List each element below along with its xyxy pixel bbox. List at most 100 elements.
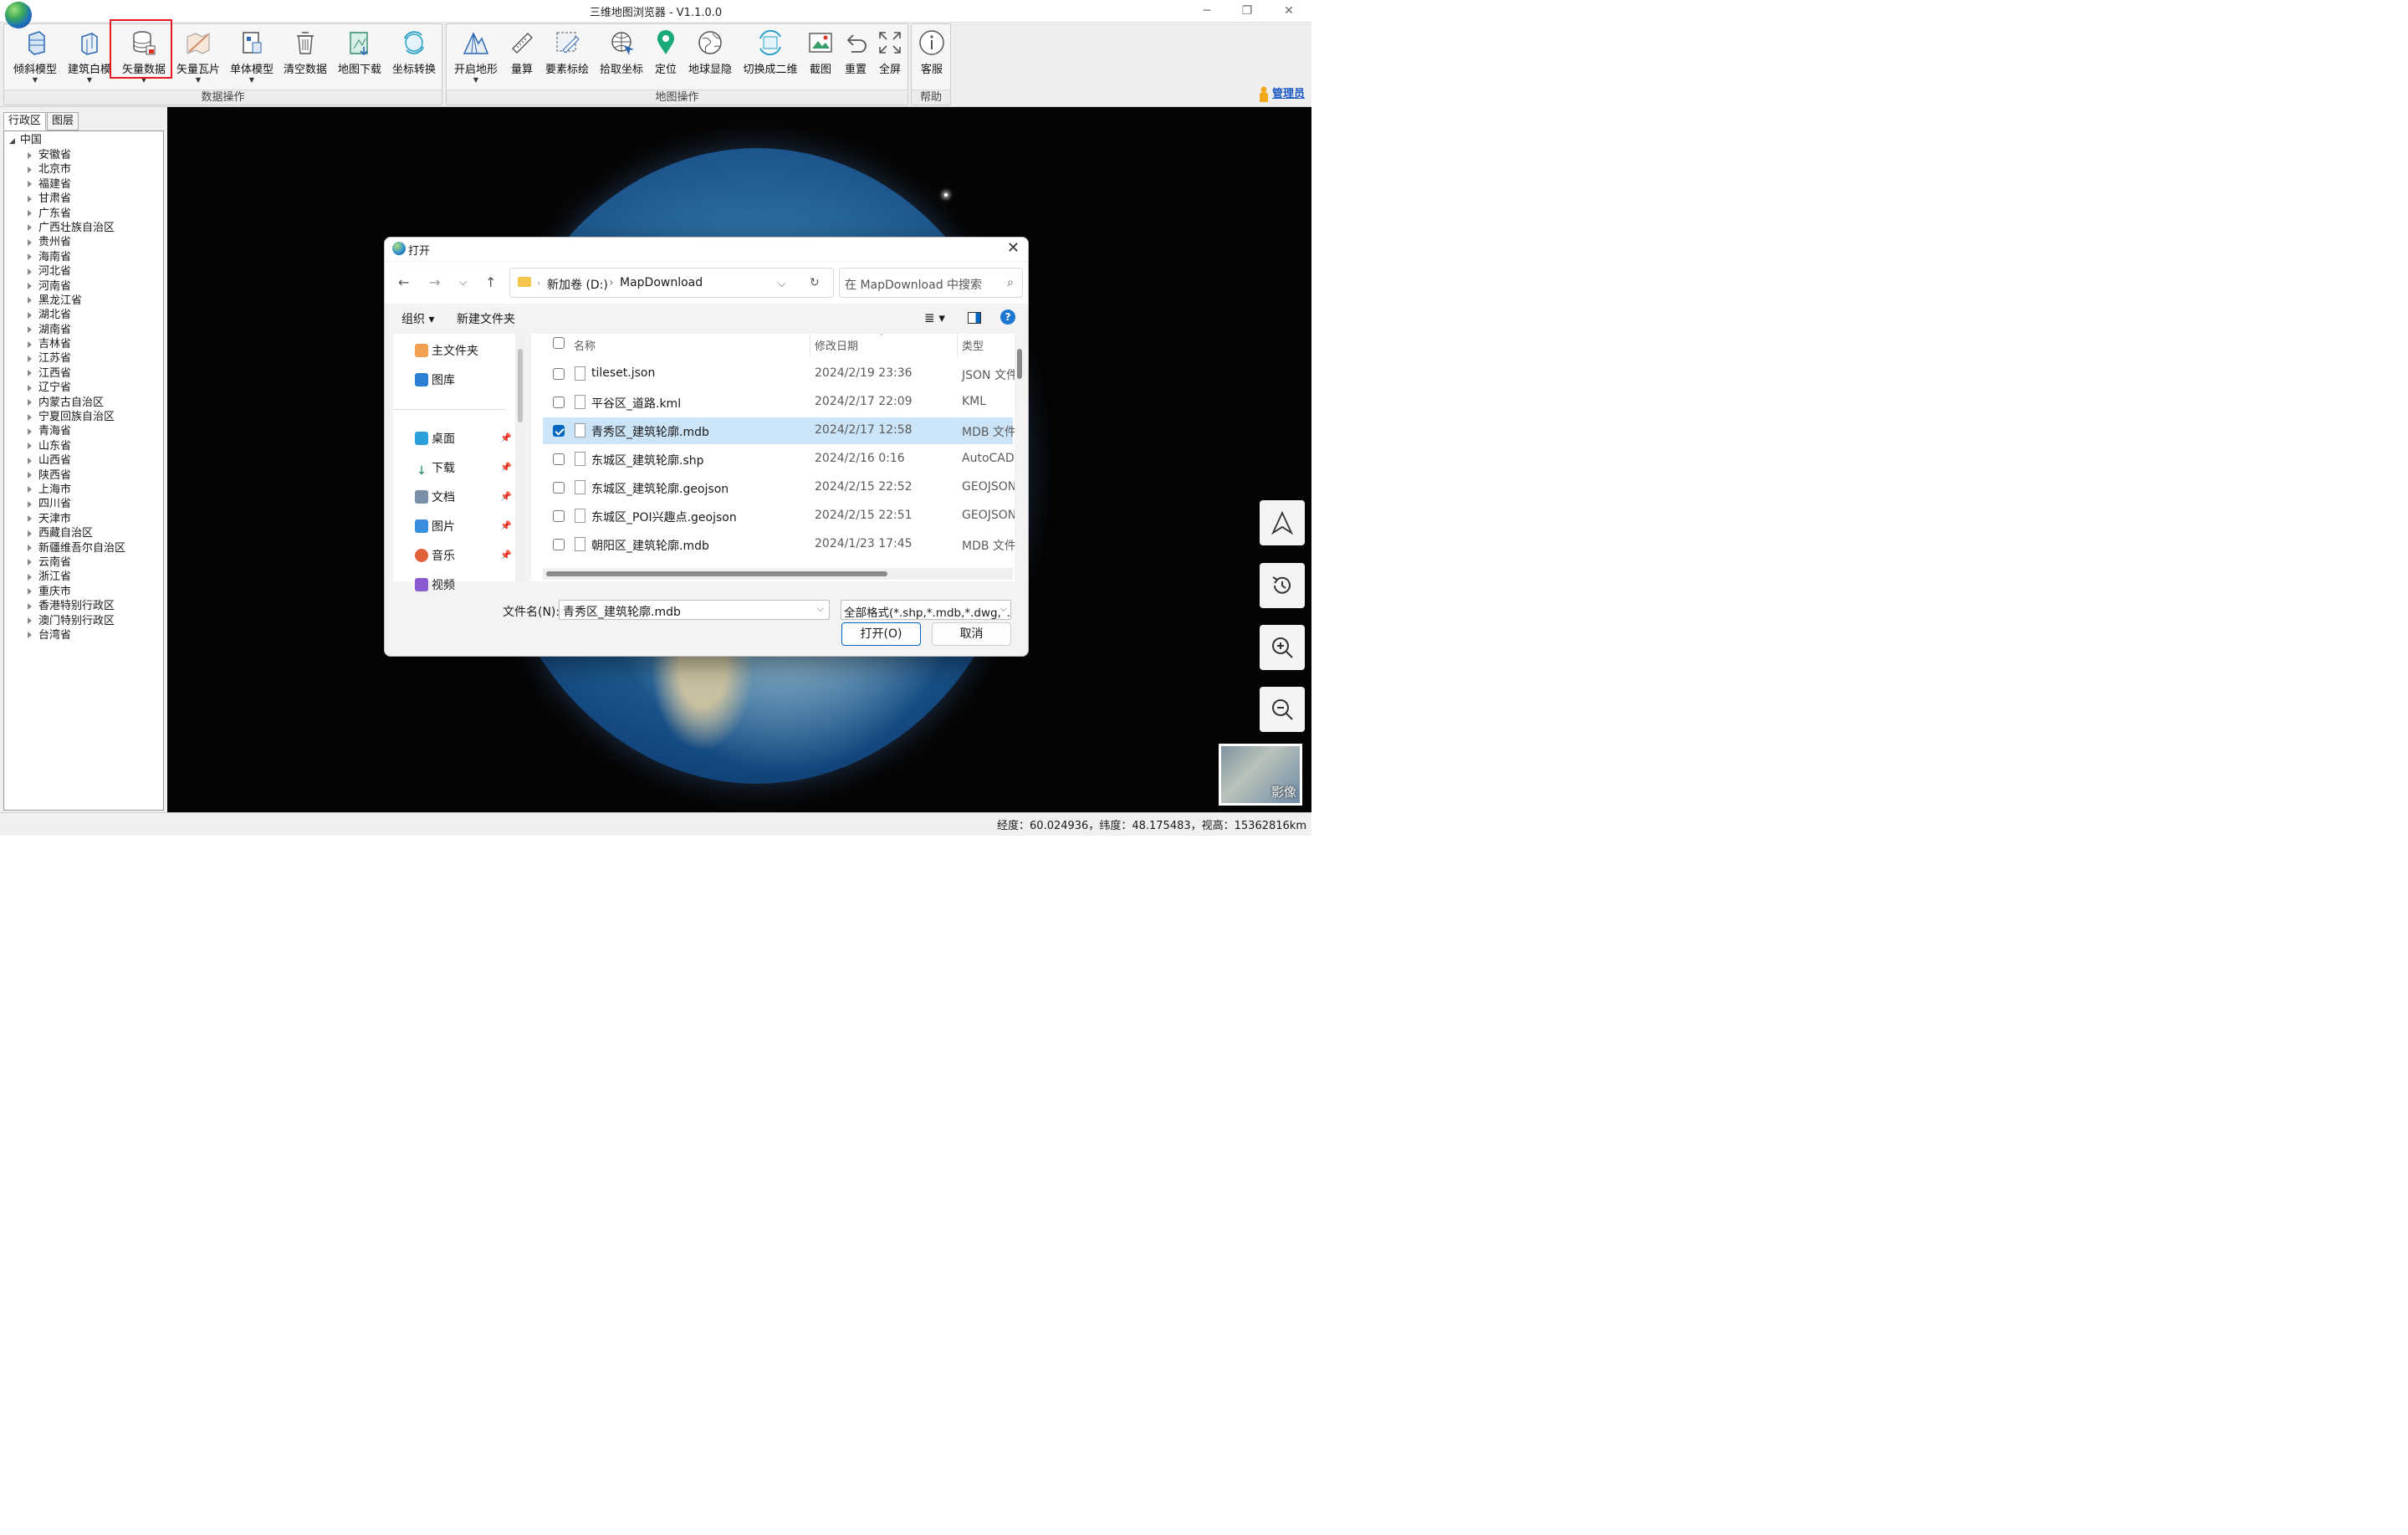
tree-item[interactable]: 吉林省	[28, 337, 125, 351]
row-checkbox[interactable]	[553, 368, 565, 380]
reset-button[interactable]: 重置	[838, 28, 873, 87]
file-row[interactable]: tileset.json 2024/2/19 23:36 JSON 文件	[543, 361, 1018, 387]
expand-triangle-icon[interactable]	[28, 573, 32, 581]
maximize-button[interactable]: ❐	[1226, 0, 1268, 23]
expand-triangle-icon[interactable]	[28, 486, 32, 494]
tree-item[interactable]: 北京市	[28, 162, 125, 177]
tree-item[interactable]: 上海市	[28, 483, 125, 497]
tree-item[interactable]: 浙江省	[28, 570, 125, 584]
row-checkbox[interactable]	[553, 510, 565, 522]
expand-triangle-icon[interactable]	[28, 500, 32, 508]
cancel-button[interactable]: 取消	[932, 622, 1011, 646]
tree-item[interactable]: 山西省	[28, 453, 125, 468]
tree-item[interactable]: 广西壮族自治区	[28, 221, 125, 235]
tree-item[interactable]: 河北省	[28, 264, 125, 279]
tilted-model-button[interactable]: 倾斜模型 ▼	[8, 28, 63, 87]
history-view-button[interactable]	[1260, 563, 1305, 608]
clear-data-button[interactable]: 清空数据	[279, 28, 332, 87]
file-row[interactable]: 青秀区_建筑轮廓.mdb 2024/2/17 12:58 MDB 文件	[543, 417, 1016, 444]
expand-triangle-icon[interactable]	[28, 530, 32, 537]
expand-triangle-icon[interactable]	[28, 515, 32, 523]
expand-triangle-icon[interactable]	[28, 253, 32, 261]
row-checkbox[interactable]	[553, 397, 565, 408]
tree-item[interactable]: 江西省	[28, 366, 125, 381]
row-checkbox[interactable]	[553, 539, 565, 550]
expand-triangle-icon[interactable]	[28, 297, 32, 304]
open-button[interactable]: 打开(O)	[841, 622, 921, 646]
recent-dropdown-icon[interactable]: ⌵	[459, 276, 467, 289]
crumb-folder[interactable]: MapDownload	[620, 276, 703, 289]
select-all-checkbox[interactable]	[553, 337, 565, 349]
tree-item[interactable]: 宁夏回族自治区	[28, 410, 125, 424]
view-options-icon[interactable]: ≣ ▾	[924, 310, 945, 325]
tab-layers[interactable]: 图层	[47, 112, 79, 130]
nav-pictures[interactable]: 图片	[415, 518, 455, 535]
filename-input[interactable]: 青秀区_建筑轮廓.mdb ⌵	[559, 600, 830, 620]
tree-item[interactable]: 江苏省	[28, 351, 125, 366]
zoom-in-button[interactable]	[1260, 625, 1305, 670]
expand-triangle-icon[interactable]	[28, 355, 32, 362]
expand-triangle-icon[interactable]	[28, 283, 32, 290]
tree-item[interactable]: 香港特别行政区	[28, 599, 125, 613]
forward-arrow-icon[interactable]: →	[429, 274, 440, 290]
column-name[interactable]: 名称	[574, 337, 596, 357]
expand-triangle-icon[interactable]	[28, 632, 32, 639]
close-button[interactable]: ✕	[1268, 0, 1310, 23]
expand-triangle-icon[interactable]	[28, 238, 32, 246]
expand-triangle-icon[interactable]	[28, 166, 32, 173]
tree-item[interactable]: 陕西省	[28, 468, 125, 483]
preview-pane-icon[interactable]	[968, 312, 981, 324]
search-box[interactable]: 在 MapDownload 中搜索 ⌕	[839, 268, 1023, 298]
tree-item[interactable]: 黑龙江省	[28, 294, 125, 308]
refresh-icon[interactable]: ↻	[810, 276, 820, 289]
nav-scrollbar[interactable]	[515, 334, 525, 581]
tree-item[interactable]: 湖北省	[28, 308, 125, 322]
pick-coord-button[interactable]: 拾取坐标	[594, 28, 649, 87]
nav-gallery[interactable]: 图库	[415, 371, 455, 388]
locate-button[interactable]: 定位	[649, 28, 683, 87]
screenshot-button[interactable]: 截图	[803, 28, 838, 87]
nav-home[interactable]: 主文件夹	[415, 342, 478, 359]
tree-item[interactable]: 湖南省	[28, 323, 125, 337]
file-row[interactable]: 东城区_建筑轮廓.shp 2024/2/16 0:16 AutoCAD	[543, 446, 1015, 473]
zoom-out-button[interactable]	[1260, 687, 1305, 732]
horizontal-scrollbar[interactable]	[543, 568, 1013, 580]
expand-triangle-icon[interactable]	[28, 210, 32, 217]
file-row[interactable]: 朝阳区_建筑轮廓.mdb 2024/1/23 17:45 MDB 文件	[543, 531, 1016, 558]
support-button[interactable]: 客服	[913, 28, 950, 87]
tree-root[interactable]: ◢ 中国	[9, 133, 42, 149]
tree-item[interactable]: 台湾省	[28, 628, 125, 642]
expand-triangle-icon[interactable]	[28, 617, 32, 624]
user-link[interactable]: 管理员	[1259, 84, 1305, 103]
tree-item[interactable]: 贵州省	[28, 235, 125, 249]
vertical-scrollbar[interactable]	[1015, 334, 1025, 581]
file-row[interactable]: 东城区_POI兴趣点.geojson 2024/2/15 22:51 GEOJSON	[543, 503, 1016, 530]
nav-downloads[interactable]: ↓ 下载	[415, 459, 455, 478]
new-folder-button[interactable]: 新建文件夹	[457, 310, 515, 327]
tree-item[interactable]: 青海省	[28, 424, 125, 438]
switch-2d-button[interactable]: 切换成二维	[738, 28, 803, 87]
tree-item[interactable]: 广东省	[28, 207, 125, 221]
expand-triangle-icon[interactable]	[28, 559, 32, 566]
tree-item[interactable]: 辽宁省	[28, 381, 125, 395]
nav-videos[interactable]: 视频	[415, 576, 455, 593]
tree-item[interactable]: 四川省	[28, 497, 125, 511]
expand-triangle-icon[interactable]	[28, 181, 32, 188]
expand-triangle-icon[interactable]	[28, 457, 32, 464]
tree-item[interactable]: 山东省	[28, 439, 125, 453]
tree-item[interactable]: 福建省	[28, 177, 125, 192]
tree-item[interactable]: 新疆维吾尔自治区	[28, 541, 125, 555]
expand-triangle-icon[interactable]	[28, 602, 32, 610]
file-type-filter[interactable]: 全部格式(*.shp,*.mdb,*.dwg,*.kml ⌵	[841, 600, 1011, 620]
tree-item[interactable]: 甘肃省	[28, 192, 125, 206]
basemap-switcher[interactable]: 影像	[1219, 744, 1302, 806]
compass-button[interactable]	[1260, 500, 1305, 545]
expand-triangle-icon[interactable]	[28, 340, 32, 348]
tree-item[interactable]: 云南省	[28, 555, 125, 570]
vscroll-thumb[interactable]	[1017, 349, 1022, 379]
feature-plot-button[interactable]: 要素标绘	[540, 28, 594, 87]
file-row[interactable]: 平谷区_道路.kml 2024/2/17 22:09 KML	[543, 389, 1013, 416]
tree-item[interactable]: 重庆市	[28, 585, 125, 599]
minimize-button[interactable]: ─	[1186, 0, 1228, 23]
expand-triangle-icon[interactable]	[28, 472, 32, 479]
